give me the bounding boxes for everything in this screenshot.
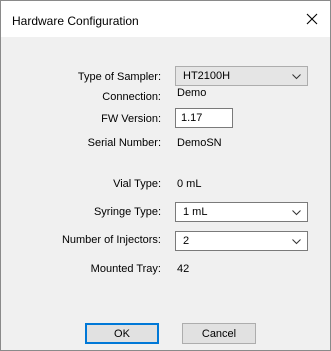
type-of-sampler-label: Type of Sampler: <box>77 71 161 83</box>
syringe-type-label: Syringe Type: <box>93 206 161 218</box>
serial-number-label: Serial Number: <box>87 137 161 149</box>
hardware-configuration-dialog: Hardware Configuration Type of Sampler: … <box>0 0 331 351</box>
connection-label: Connection: <box>102 91 161 103</box>
title-bar: Hardware Configuration <box>1 1 330 37</box>
vial-type-value: 0 mL <box>177 178 202 190</box>
close-icon <box>306 13 318 25</box>
chevron-down-icon <box>292 74 301 80</box>
cancel-button[interactable]: Cancel <box>182 323 256 344</box>
connection-value: Demo <box>177 87 207 99</box>
chevron-down-icon <box>292 210 301 216</box>
close-button[interactable] <box>294 1 330 37</box>
syringe-type-value: 1 mL <box>183 206 208 218</box>
number-of-injectors-value: 2 <box>183 235 190 247</box>
fw-version-label: FW Version: <box>101 113 161 125</box>
chevron-down-icon <box>292 239 301 245</box>
type-of-sampler-select[interactable]: HT2100H <box>175 66 308 86</box>
fw-version-value: 1.17 <box>181 112 203 124</box>
type-of-sampler-value: HT2100H <box>183 70 231 82</box>
number-of-injectors-label: Number of Injectors: <box>61 234 161 246</box>
serial-number-value: DemoSN <box>177 137 222 149</box>
number-of-injectors-select[interactable]: 2 <box>175 231 308 251</box>
mounted-tray-value: 42 <box>177 263 190 275</box>
vial-type-label: Vial Type: <box>113 178 161 190</box>
mounted-tray-label: Mounted Tray: <box>90 263 161 275</box>
ok-button[interactable]: OK <box>85 323 159 344</box>
fw-version-input[interactable]: 1.17 <box>175 108 233 128</box>
syringe-type-select[interactable]: 1 mL <box>175 202 308 222</box>
dialog-title: Hardware Configuration <box>12 14 139 28</box>
